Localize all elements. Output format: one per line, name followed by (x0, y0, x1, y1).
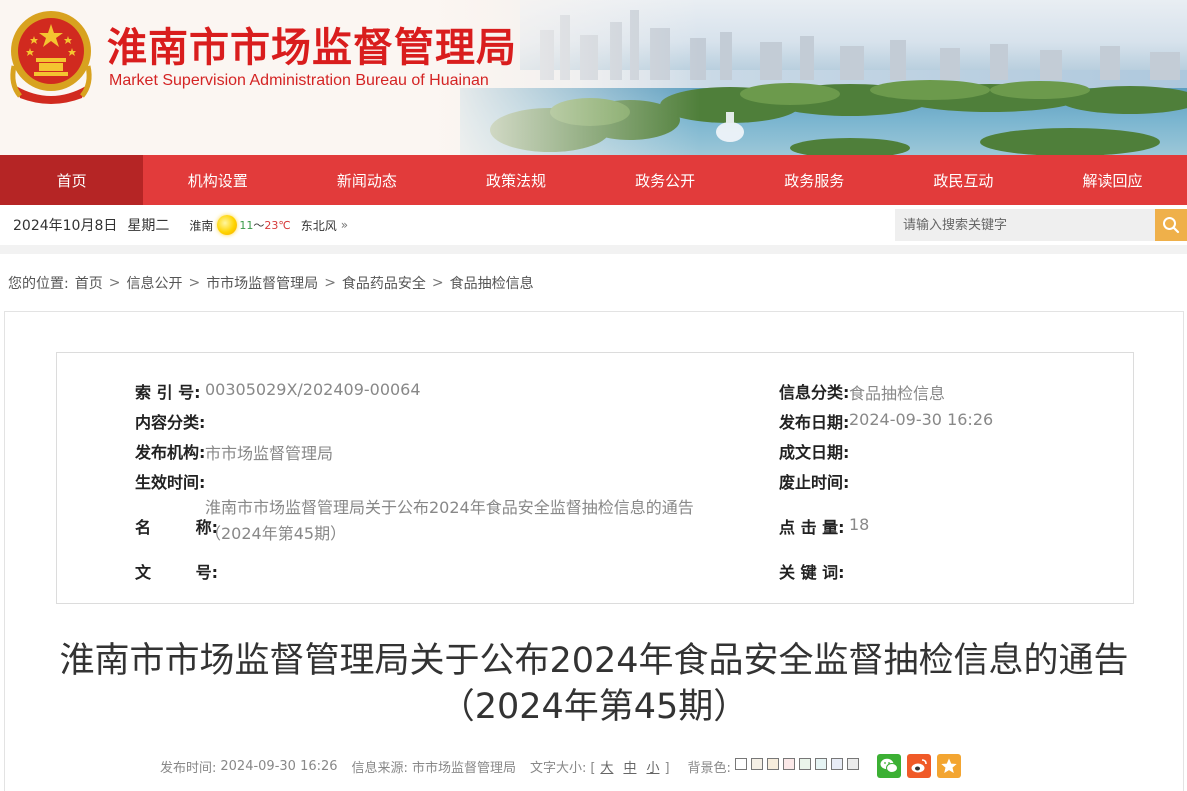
weather-wind: 东北风 (300, 218, 337, 233)
favorite-star-icon (941, 758, 957, 773)
nav-government-affairs[interactable]: 政务公开 (591, 155, 740, 205)
weather-temperature: 11～23℃ (239, 217, 290, 233)
wechat-icon (880, 758, 898, 773)
search-input[interactable] (895, 209, 1155, 241)
font-size-bracket-open: [ (590, 760, 596, 776)
favorite-button[interactable] (936, 754, 961, 778)
weather-city: 淮南 (189, 218, 214, 233)
publish-time-value: 2024-09-30 16:26 (220, 758, 338, 774)
nav-policies[interactable]: 政策法规 (441, 155, 590, 205)
meta-publisher-label: 发布机构: (135, 443, 206, 462)
font-size-bracket-close: ] (664, 760, 670, 776)
background-color-swatch[interactable] (814, 758, 827, 770)
breadcrumb-separator: > (108, 275, 121, 291)
temp-low: 11 (239, 219, 254, 232)
source-label: 信息来源: (351, 760, 408, 776)
font-size-medium-link[interactable]: 中 (623, 761, 636, 776)
nav-home[interactable]: 首页 (0, 155, 144, 205)
meta-effective-label: 生效时间: (135, 473, 206, 492)
search-box (895, 209, 1187, 241)
breadcrumb-separator: > (431, 275, 444, 291)
temp-separator: ～ (253, 219, 265, 232)
breadcrumb-separator: > (188, 275, 201, 291)
nav-interpretation[interactable]: 解读回应 (1038, 155, 1187, 205)
meta-keywords-label: 关 键 词: (779, 563, 845, 582)
breadcrumb: 您的位置: 首页 > 信息公开 > 市市场监督管理局 > 食品药品安全 > 食品… (0, 254, 1187, 312)
meta-content-type-label: 内容分类: (135, 413, 206, 432)
meta-index-label: 索 引 号: (135, 383, 201, 402)
font-size-large-link[interactable]: 大 (600, 761, 613, 776)
breadcrumb-separator: > (324, 275, 336, 291)
meta-clicks-label: 点 击 量: (779, 518, 845, 537)
site-subtitle: Market Supervision Administration Bureau… (109, 72, 489, 89)
source-value: 市市场监督管理局 (411, 760, 516, 776)
font-size-label: 文字大小: (529, 760, 587, 776)
background-color-swatches (734, 758, 863, 774)
background-color-swatch[interactable] (750, 758, 763, 770)
info-bar: 2024年10月8日 星期二 淮南 11～23℃ 东北风 » (0, 205, 1187, 245)
metadata-table: 索 引 号: 00305029X/202409-00064 信息分类: 食品抽检… (56, 352, 1134, 604)
meta-doc-no-label: 文 号: (135, 563, 218, 582)
meta-publish-date-label: 发布日期: (779, 413, 850, 432)
weibo-icon (911, 759, 927, 773)
main-nav: 首页 机构设置 新闻动态 政策法规 政务公开 政务服务 政民互动 解读回应 (0, 155, 1187, 205)
weather-more-link[interactable]: » (341, 218, 348, 232)
meta-index-value: 00305029X/202409-00064 (205, 380, 421, 399)
font-size-controls: [ 大中小] (590, 757, 669, 776)
breadcrumb-info-public[interactable]: 信息公开 (126, 276, 182, 292)
breadcrumb-bureau[interactable]: 市市场监督管理局 (206, 276, 318, 292)
temp-high: 23℃ (264, 219, 291, 232)
background-color-swatch[interactable] (846, 758, 859, 770)
meta-category-label: 信息分类: (779, 383, 850, 402)
background-color-label: 背景色: (687, 760, 731, 776)
nav-news[interactable]: 新闻动态 (292, 155, 441, 205)
meta-category-value: 食品抽检信息 (849, 384, 946, 403)
background-color-swatch[interactable] (766, 758, 779, 770)
meta-expire-label: 废止时间: (779, 473, 850, 492)
breadcrumb-home[interactable]: 首页 (75, 276, 103, 292)
breadcrumb-food-inspection[interactable]: 食品抽检信息 (450, 276, 534, 292)
font-size-small-link[interactable]: 小 (646, 761, 659, 776)
background-color-swatch[interactable] (798, 758, 811, 770)
national-emblem-icon (10, 11, 92, 104)
publish-time-label: 发布时间: (160, 760, 217, 776)
sun-icon (217, 215, 238, 235)
background-color-swatch[interactable] (734, 758, 747, 770)
background-color-swatch[interactable] (830, 758, 843, 770)
meta-name-value: 淮南市市场监督管理局关于公布2024年食品安全监督抽检信息的通告（2024年第4… (205, 498, 694, 543)
meta-clicks-value: 18 (849, 515, 870, 534)
article-container: 索 引 号: 00305029X/202409-00064 信息分类: 食品抽检… (4, 311, 1184, 791)
share-weibo-button[interactable] (906, 754, 931, 778)
section-gap (0, 245, 1187, 254)
breadcrumb-food-drug-safety[interactable]: 食品药品安全 (342, 276, 426, 292)
breadcrumb-prefix: 您的位置: (8, 276, 69, 292)
meta-written-date-label: 成文日期: (779, 443, 850, 462)
current-weekday: 星期二 (127, 218, 170, 234)
meta-publisher-value: 市市场监督管理局 (205, 444, 334, 463)
meta-publish-date-value: 2024-09-30 16:26 (849, 410, 994, 429)
background-color-swatch[interactable] (782, 758, 795, 770)
header-banner: 淮南市市场监督管理局 Market Supervision Administra… (0, 0, 1187, 155)
nav-organization[interactable]: 机构设置 (143, 155, 292, 205)
share-wechat-button[interactable] (876, 754, 901, 778)
search-button[interactable] (1155, 209, 1187, 241)
nav-interaction[interactable]: 政民互动 (889, 155, 1038, 205)
article-info-bar: 发布时间: 2024-09-30 16:26 信息来源: 市市场监督管理局 文字… (160, 754, 967, 778)
nav-services[interactable]: 政务服务 (740, 155, 889, 205)
site-title: 淮南市市场监督管理局 (107, 25, 517, 71)
article-title: 淮南市市场监督管理局关于公布2024年食品安全监督抽检信息的通告（2024年第4… (59, 641, 1129, 727)
current-date: 2024年10月8日 (13, 218, 118, 234)
search-icon (1163, 217, 1180, 234)
